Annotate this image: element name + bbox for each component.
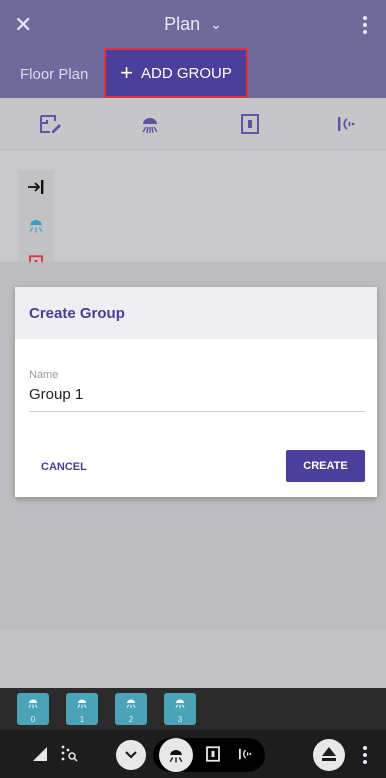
add-group-label: ADD GROUP (141, 64, 232, 82)
group-chip[interactable]: 3 (164, 693, 196, 725)
ceiling-light-icon[interactable] (138, 112, 162, 136)
cancel-button[interactable]: CANCEL (41, 461, 87, 473)
signal-icon[interactable] (32, 746, 48, 762)
ceiling-light-icon (28, 699, 38, 709)
ceiling-light-icon (126, 699, 136, 709)
chevron-down-icon: ⌄ (210, 16, 222, 32)
eject-icon (322, 747, 336, 761)
tab-floor-plan[interactable]: Floor Plan (20, 66, 88, 83)
ceiling-light-icon (175, 699, 185, 709)
add-group-button[interactable]: + ADD GROUP (104, 48, 248, 98)
name-field-label: Name (29, 369, 59, 381)
ceiling-light-icon (169, 750, 183, 763)
more-vertical-icon[interactable] (362, 16, 368, 36)
sensor-icon[interactable] (236, 745, 254, 763)
ceiling-light-button[interactable] (159, 738, 193, 772)
group-chip-bar: 0 1 2 3 (0, 688, 386, 730)
group-chip[interactable]: 2 (115, 693, 147, 725)
page-title-dropdown[interactable]: Plan ⌄ (0, 14, 386, 35)
switch-icon[interactable] (238, 112, 262, 136)
switch-icon[interactable] (204, 745, 222, 763)
sensor-icon[interactable] (334, 112, 358, 136)
chevron-down-icon (125, 751, 137, 759)
chip-label: 3 (177, 715, 183, 724)
eject-button[interactable] (313, 739, 345, 771)
name-field-underline (29, 411, 365, 412)
page-title: Plan (164, 14, 201, 34)
tool-row (0, 98, 386, 150)
collapse-arrow-icon[interactable] (18, 170, 54, 204)
scan-icon[interactable] (60, 744, 80, 764)
dialog-title: Create Group (15, 287, 377, 339)
chip-label: 0 (30, 715, 36, 724)
create-group-dialog: Create Group Name Group 1 CANCEL CREATE (15, 287, 377, 497)
ceiling-light-icon (77, 699, 87, 709)
more-vertical-icon[interactable] (362, 746, 368, 764)
app-bar: ✕ Plan ⌄ (0, 0, 386, 52)
floor-plan-edit-icon[interactable] (38, 112, 62, 136)
group-chip[interactable]: 1 (66, 693, 98, 725)
canvas-footer-area (0, 630, 386, 688)
bottom-toolbar (0, 730, 386, 778)
chip-label: 2 (128, 715, 134, 724)
chevron-down-button[interactable] (116, 740, 146, 770)
plus-icon: + (120, 60, 133, 85)
create-button[interactable]: CREATE (286, 450, 365, 482)
group-chip[interactable]: 0 (17, 693, 49, 725)
name-field[interactable]: Group 1 (29, 386, 83, 403)
chip-label: 1 (79, 715, 85, 724)
ceiling-light-icon[interactable] (18, 208, 54, 242)
